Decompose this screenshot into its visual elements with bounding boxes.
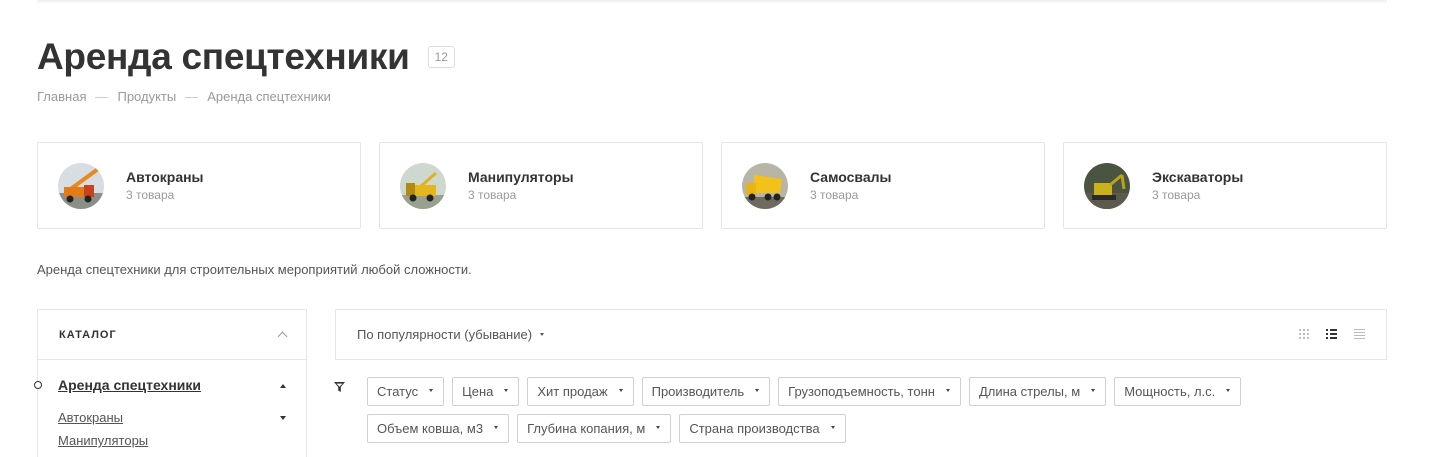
filter-label: Глубина копания, м (527, 421, 646, 436)
filter-label: Мощность, л.с. (1124, 384, 1216, 399)
category-text: Автокраны 3 товара (126, 168, 204, 204)
filter-chips: Статус Цена Хит продаж Производитель Гру… (367, 377, 1287, 443)
filter-country[interactable]: Страна производства (679, 414, 846, 443)
expand-triangle-icon[interactable] (280, 416, 286, 420)
breadcrumb-separator (185, 97, 199, 98)
table-view-icon[interactable] (1354, 328, 1365, 339)
sidebar-item-manipulators[interactable]: Манипуляторы (58, 433, 148, 448)
manipulator-thumbnail (400, 162, 446, 209)
filter-label: Хит продаж (537, 384, 608, 399)
filter-manufacturer[interactable]: Производитель (641, 377, 771, 406)
filter-bestseller[interactable]: Хит продаж (527, 377, 634, 406)
category-name: Экскаваторы (1152, 168, 1244, 185)
list-view-icon[interactable] (1326, 328, 1337, 339)
breadcrumb-products[interactable]: Продукты (117, 89, 176, 104)
caret-down-icon (1226, 389, 1231, 392)
breadcrumb-separator (95, 97, 109, 98)
filter-status[interactable]: Статус (367, 377, 445, 406)
category-count: 3 товара (810, 187, 859, 202)
top-shadow-bar (37, 0, 1387, 4)
caret-down-icon (830, 426, 835, 429)
filter-label: Страна производства (689, 421, 820, 436)
category-card-dumptrucks[interactable]: Самосвалы 3 товара (721, 142, 1045, 229)
filter-power[interactable]: Мощность, л.с. (1114, 377, 1242, 406)
grid-view-icon[interactable] (1298, 328, 1309, 339)
catalog-sidebar: КАТАЛОГ Аренда спецтехники Автокраны Ман… (34, 309, 307, 457)
category-name: Манипуляторы (468, 168, 574, 185)
sidebar-header[interactable]: КАТАЛОГ (38, 310, 306, 360)
sidebar-item-autocranes[interactable]: Автокраны (58, 410, 123, 425)
sidebar-item-current[interactable]: Аренда спецтехники (58, 377, 201, 393)
category-text: Экскаваторы 3 товара (1152, 168, 1243, 204)
title-row: Аренда спецтехники 12 (37, 36, 455, 78)
caret-down-icon (504, 389, 509, 392)
filter-dig-depth[interactable]: Глубина копания, м (517, 414, 672, 443)
category-card-excavators[interactable]: Экскаваторы 3 товара (1063, 142, 1387, 229)
filter-label: Цена (462, 384, 494, 399)
active-marker-icon (34, 381, 42, 389)
category-card-manipulators[interactable]: Манипуляторы 3 товара (379, 142, 703, 229)
sidebar-title: КАТАЛОГ (59, 328, 117, 341)
filter-label: Статус (377, 384, 419, 399)
caret-down-icon (945, 389, 950, 392)
filter-label: Грузоподъемность, тонн (788, 384, 935, 399)
category-count: 3 товара (468, 187, 517, 202)
filter-label: Длина стрелы, м (978, 384, 1081, 399)
filter-label: Объем ковша, м3 (377, 421, 484, 436)
sort-toolbar: По популярности (убывание) (335, 309, 1387, 360)
category-count: 3 товара (1152, 187, 1201, 202)
caret-down-icon (494, 426, 499, 429)
filter-load-capacity[interactable]: Грузоподъемность, тонн (778, 377, 961, 406)
category-card-autocranes[interactable]: Автокраны 3 товара (37, 142, 361, 229)
filter-bucket-volume[interactable]: Объем ковша, м3 (367, 414, 510, 443)
category-name: Автокраны (126, 168, 204, 185)
breadcrumb-home[interactable]: Главная (37, 89, 86, 104)
category-cards: Автокраны 3 товара Манипуляторы 3 товара (37, 142, 1387, 229)
category-name: Самосвалы (810, 168, 892, 185)
filter-label: Производитель (651, 384, 745, 399)
category-count: 3 товара (126, 187, 175, 202)
page-title: Аренда спецтехники (37, 36, 410, 77)
sort-dropdown[interactable]: По популярности (убывание) (357, 327, 545, 342)
caret-down-icon (429, 389, 434, 392)
filter-icon[interactable] (334, 382, 345, 392)
caret-down-icon (1091, 389, 1096, 392)
filter-price[interactable]: Цена (452, 377, 520, 406)
count-badge: 12 (427, 46, 455, 68)
view-switcher (1298, 328, 1365, 339)
sort-label: По популярности (убывание) (357, 327, 533, 342)
caret-down-icon (618, 389, 623, 392)
category-description: Аренда спецтехники для строительных меро… (37, 262, 472, 277)
category-text: Манипуляторы 3 товара (468, 168, 574, 204)
collapse-triangle-icon[interactable] (280, 384, 286, 388)
caret-down-icon (755, 389, 760, 392)
chevron-up-icon[interactable] (277, 331, 288, 342)
caret-down-icon (656, 426, 661, 429)
category-text: Самосвалы 3 товара (810, 168, 891, 204)
caret-down-icon (540, 333, 545, 337)
filter-boom-length[interactable]: Длина стрелы, м (968, 377, 1107, 406)
breadcrumb-current: Аренда спецтехники (207, 89, 331, 104)
autocrane-thumbnail (58, 162, 104, 209)
excavator-thumbnail (1084, 162, 1130, 209)
breadcrumb: Главная Продукты Аренда спецтехники (37, 89, 331, 104)
dumptruck-thumbnail (742, 162, 788, 209)
